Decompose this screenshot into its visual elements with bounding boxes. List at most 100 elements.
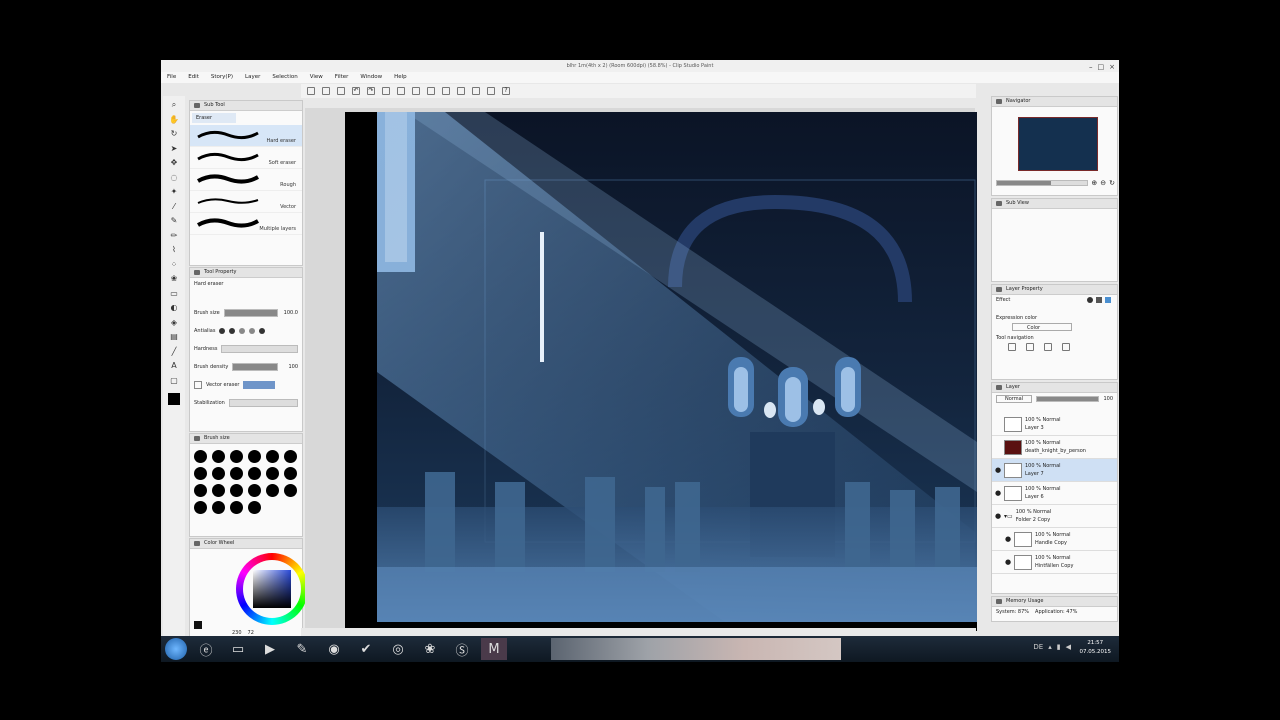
size-preset[interactable] [248,484,261,497]
move-layer-icon[interactable]: ✥ [169,157,180,168]
menu-view[interactable]: View [310,72,323,83]
crop-icon[interactable] [442,87,450,95]
transform-icon[interactable] [412,87,420,95]
blend-mode-select[interactable]: Normal [996,395,1033,403]
subtool-tab-eraser[interactable]: Eraser [192,113,236,123]
brush-icon[interactable]: ⌇ [169,244,180,255]
layer-item[interactable]: ● 100 % Normal Layer 6 [992,482,1117,505]
drawing-canvas[interactable] [345,112,977,631]
tone-effect-icon[interactable] [1096,297,1102,303]
visibility-eye-icon[interactable]: ● [1002,558,1014,566]
open-file-icon[interactable] [322,87,330,95]
menu-help[interactable]: Help [394,72,407,83]
help-icon[interactable]: ? [502,87,510,95]
rotate-icon[interactable]: ↻ [169,128,180,139]
size-preset[interactable] [212,501,225,514]
visibility-eye-icon[interactable]: ● [1002,535,1014,543]
eraser-icon[interactable]: ▭ [169,288,180,299]
vector-eraser-checkbox[interactable] [194,381,202,389]
snap-ruler-icon[interactable] [487,87,495,95]
redo-icon[interactable]: ↷ [367,87,375,95]
brush-density-value[interactable]: 100 [282,364,298,370]
fill-bucket-icon[interactable]: ◈ [169,317,180,328]
nav-zoom-icon[interactable] [1008,343,1016,351]
snap-icon[interactable] [457,87,465,95]
size-preset[interactable] [266,467,279,480]
language-indicator[interactable]: DE [1033,643,1043,651]
decoration-icon[interactable]: ❀ [169,273,180,284]
layer-item[interactable]: ● 100 % Normal Layer 7 [992,459,1117,482]
balloon-icon[interactable]: ▢ [169,375,180,386]
size-preset[interactable] [194,484,207,497]
undo-icon[interactable]: ↶ [352,87,360,95]
brush-size-value[interactable]: 100.0 [282,310,298,316]
blend-icon[interactable]: ◐ [169,302,180,313]
network-icon[interactable]: ▮ [1057,643,1061,651]
menu-edit[interactable]: Edit [188,72,199,83]
layer-opacity-value[interactable]: 100 [1103,396,1113,402]
hardness-slider[interactable] [221,345,298,353]
text-icon[interactable]: A [169,360,180,371]
size-preset[interactable] [212,450,225,463]
hand-icon[interactable]: ✋ [169,114,180,125]
layer-opacity-slider[interactable] [1036,396,1100,402]
file-explorer-icon[interactable]: ▭ [225,638,251,660]
size-preset[interactable] [248,501,261,514]
subtool-item[interactable]: Soft eraser [190,147,302,169]
pen-icon[interactable]: ✎ [169,215,180,226]
menu-story[interactable]: Story(P) [211,72,233,83]
magic-wand-icon[interactable]: ✦ [169,186,180,197]
tray-arrow-icon[interactable]: ▴ [1048,643,1052,651]
antialias-options[interactable] [219,328,266,334]
rotate-view-icon[interactable]: ↻ [1109,179,1115,187]
nav-transform-icon[interactable] [1044,343,1052,351]
current-color-swatch[interactable] [194,621,202,629]
start-button[interactable] [165,638,187,660]
subtool-item[interactable]: Vector [190,191,302,213]
size-preset[interactable] [248,467,261,480]
size-preset[interactable] [230,501,243,514]
menu-file[interactable]: File [167,72,176,83]
visibility-eye-icon[interactable]: ● [992,489,1004,497]
size-preset[interactable] [266,484,279,497]
firefox-icon[interactable]: ◉ [321,638,347,660]
layer-item[interactable]: ● 100 % Normal Hintfällen Copy [992,551,1117,574]
volume-icon[interactable]: ◀ [1066,643,1071,651]
menu-layer[interactable]: Layer [245,72,260,83]
main-color-swatch[interactable] [168,393,180,405]
gradient-icon[interactable]: ▤ [169,331,180,342]
layer-item[interactable]: 100 % Normal Layer 3 [992,413,1117,436]
layer-item[interactable]: 100 % Normal death_knight_by_person [992,436,1117,459]
zoom-icon[interactable]: ⌕ [169,99,180,110]
zoom-out-icon[interactable]: ⊖ [1100,179,1106,187]
size-preset[interactable] [284,484,297,497]
tools-icon[interactable]: ✎ [289,638,315,660]
deselect-icon[interactable] [427,87,435,95]
layer-item[interactable]: ● 100 % Normal Handle Copy [992,528,1117,551]
skype-icon[interactable]: Ⓢ [449,638,475,660]
size-preset[interactable] [230,484,243,497]
clear-icon[interactable] [382,87,390,95]
size-preset[interactable] [194,450,207,463]
clock[interactable]: 21:57 07.05.2015 [1080,639,1112,657]
border-effect-icon[interactable] [1087,297,1093,303]
menu-window[interactable]: Window [360,72,382,83]
visibility-eye-icon[interactable]: ● [992,512,1004,520]
brush-size-slider[interactable] [223,309,278,317]
color-wheel[interactable] [236,553,308,625]
save-icon[interactable] [337,87,345,95]
size-preset[interactable] [248,450,261,463]
fill-icon[interactable] [397,87,405,95]
nav-pen-icon[interactable] [1026,343,1034,351]
size-preset[interactable] [212,484,225,497]
navigator-preview[interactable] [1018,117,1098,171]
size-preset[interactable] [230,467,243,480]
visibility-eye-icon[interactable]: ● [992,466,1004,474]
saturation-square[interactable] [253,570,291,608]
subtool-item[interactable]: Hard eraser [190,125,302,147]
brush-density-slider[interactable] [232,363,278,371]
stabilization-slider[interactable] [228,399,298,407]
menu-filter[interactable]: Filter [335,72,349,83]
operation-icon[interactable]: ➤ [169,143,180,154]
lasso-icon[interactable]: ◌ [169,172,180,183]
